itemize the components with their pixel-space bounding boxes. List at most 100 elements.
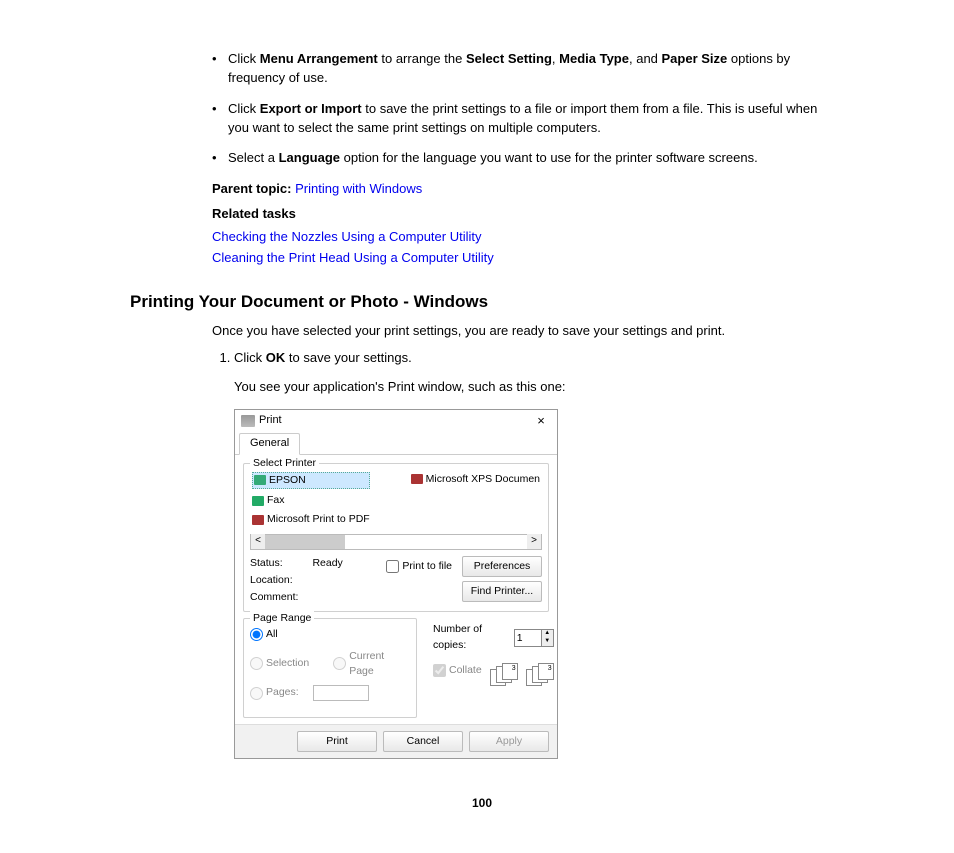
scroll-left-arrow[interactable]: < — [251, 534, 265, 549]
section-intro: Once you have selected your print settin… — [212, 322, 834, 341]
apply-button[interactable]: Apply — [469, 731, 549, 752]
text: Select a — [228, 150, 279, 165]
print-dialog: Print × General Select Printer EPSON Fax… — [234, 409, 558, 759]
status-label: Status: — [250, 556, 298, 571]
printer-label: Microsoft XPS Documen — [426, 472, 540, 487]
radio-label: Selection — [266, 656, 309, 671]
parent-topic-row: Parent topic: Printing with Windows — [212, 180, 834, 199]
bullet-item: Click Export or Import to save the print… — [212, 100, 834, 138]
radio-pages[interactable]: Pages: — [250, 685, 410, 701]
dialog-button-strip: Print Cancel Apply — [235, 724, 557, 758]
radio-label: Current Page — [349, 649, 410, 679]
step-note: You see your application's Print window,… — [234, 378, 834, 397]
tab-strip: General — [235, 432, 557, 455]
copies-area: Number of copies: ▲▼ Collate 123 123 — [423, 618, 556, 718]
pages-input[interactable] — [313, 685, 369, 701]
group-legend: Select Printer — [250, 456, 319, 471]
status-value: Ready — [312, 556, 342, 571]
preferences-button[interactable]: Preferences — [462, 556, 542, 577]
text-bold: Related tasks — [212, 206, 296, 221]
text-bold: Media Type — [559, 51, 629, 66]
printer-item-fax[interactable]: Fax — [252, 493, 370, 508]
text: , and — [629, 51, 662, 66]
printer-item-xps[interactable]: Microsoft XPS Documen — [411, 472, 540, 487]
printer-icon — [252, 496, 264, 506]
num-copies-label: Number of copies: — [433, 622, 510, 652]
page-number: 100 — [130, 795, 834, 812]
find-printer-button[interactable]: Find Printer... — [462, 581, 542, 602]
printer-icon — [254, 475, 266, 485]
radio-all[interactable]: All — [250, 627, 410, 642]
text: Click — [228, 101, 260, 116]
comment-label: Comment: — [250, 590, 298, 605]
title-bar: Print × — [235, 410, 557, 432]
scroll-right-arrow[interactable]: > — [527, 534, 541, 549]
text-bold: Language — [279, 150, 340, 165]
print-button[interactable]: Print — [297, 731, 377, 752]
printer-icon — [252, 515, 264, 525]
related-task-link[interactable]: Cleaning the Print Head Using a Computer… — [212, 250, 494, 265]
select-printer-group: Select Printer EPSON Fax Microsoft Print… — [243, 463, 549, 613]
radio-label: Pages: — [266, 685, 299, 700]
text: Click — [228, 51, 260, 66]
text: option for the language you want to use … — [340, 150, 758, 165]
steps-list: Click OK to save your settings. — [212, 349, 834, 368]
print-to-file-checkbox[interactable]: Print to file — [386, 559, 452, 574]
text-bold: OK — [266, 350, 286, 365]
text-bold: Paper Size — [662, 51, 728, 66]
printer-item-pdf[interactable]: Microsoft Print to PDF — [252, 512, 370, 527]
radio-input[interactable] — [250, 628, 263, 641]
text: to arrange the — [378, 51, 466, 66]
text: Click — [234, 350, 266, 365]
checkbox-input[interactable] — [386, 560, 399, 573]
step-item: Click OK to save your settings. — [234, 349, 834, 368]
printer-list: EPSON Fax Microsoft Print to PDF Microso… — [250, 472, 542, 532]
radio-current-page[interactable]: Current Page — [333, 649, 410, 679]
printer-label: EPSON — [269, 473, 306, 488]
radio-selection[interactable]: Selection — [250, 649, 309, 679]
text-bold: Export or Import — [260, 101, 362, 116]
collate-checkbox[interactable]: Collate — [433, 663, 482, 678]
checkbox-label: Collate — [449, 663, 482, 678]
parent-topic-link[interactable]: Printing with Windows — [295, 181, 422, 196]
checkbox-input[interactable] — [433, 664, 446, 677]
printer-label: Fax — [267, 493, 285, 508]
related-task-link[interactable]: Checking the Nozzles Using a Computer Ut… — [212, 229, 482, 244]
scroll-thumb[interactable] — [265, 535, 345, 549]
radio-input[interactable] — [333, 657, 346, 670]
spinner-up[interactable]: ▲ — [541, 630, 553, 638]
close-button[interactable]: × — [531, 414, 551, 427]
radio-input[interactable] — [250, 687, 263, 700]
location-label: Location: — [250, 573, 298, 588]
radio-input[interactable] — [250, 657, 263, 670]
bullet-item: Select a Language option for the languag… — [212, 149, 834, 168]
group-legend: Page Range — [250, 611, 314, 626]
printer-icon — [241, 415, 255, 427]
spinner-down[interactable]: ▼ — [541, 638, 553, 646]
bullet-item: Click Menu Arrangement to arrange the Se… — [212, 50, 834, 88]
checkbox-label: Print to file — [402, 559, 452, 574]
radio-label: All — [266, 627, 278, 642]
printer-label: Microsoft Print to PDF — [267, 512, 370, 527]
parent-topic-label: Parent topic: — [212, 181, 291, 196]
num-copies-spinner[interactable]: ▲▼ — [514, 629, 554, 647]
lower-row: Page Range All Selection Current Page Pa… — [243, 618, 549, 718]
num-copies-input[interactable] — [515, 630, 541, 646]
text-bold: Select Setting — [466, 51, 552, 66]
collate-icon: 123 — [526, 663, 554, 685]
dialog-title: Print — [259, 413, 282, 429]
section-heading: Printing Your Document or Photo - Window… — [130, 290, 834, 315]
page-range-group: Page Range All Selection Current Page Pa… — [243, 618, 417, 718]
related-tasks-label: Related tasks — [212, 205, 834, 224]
text-bold: Menu Arrangement — [260, 51, 378, 66]
tab-general[interactable]: General — [239, 433, 300, 455]
collate-icon: 123 — [490, 663, 518, 685]
printer-item-epson[interactable]: EPSON — [252, 472, 370, 489]
dialog-body: Select Printer EPSON Fax Microsoft Print… — [235, 455, 557, 724]
printer-icon — [411, 474, 423, 484]
status-row: Status: Ready Location: Comment: Print to… — [250, 556, 542, 606]
options-bullet-list: Click Menu Arrangement to arrange the Se… — [212, 50, 834, 168]
printer-scrollbar[interactable]: < > — [250, 534, 542, 550]
cancel-button[interactable]: Cancel — [383, 731, 463, 752]
text: to save your settings. — [285, 350, 411, 365]
